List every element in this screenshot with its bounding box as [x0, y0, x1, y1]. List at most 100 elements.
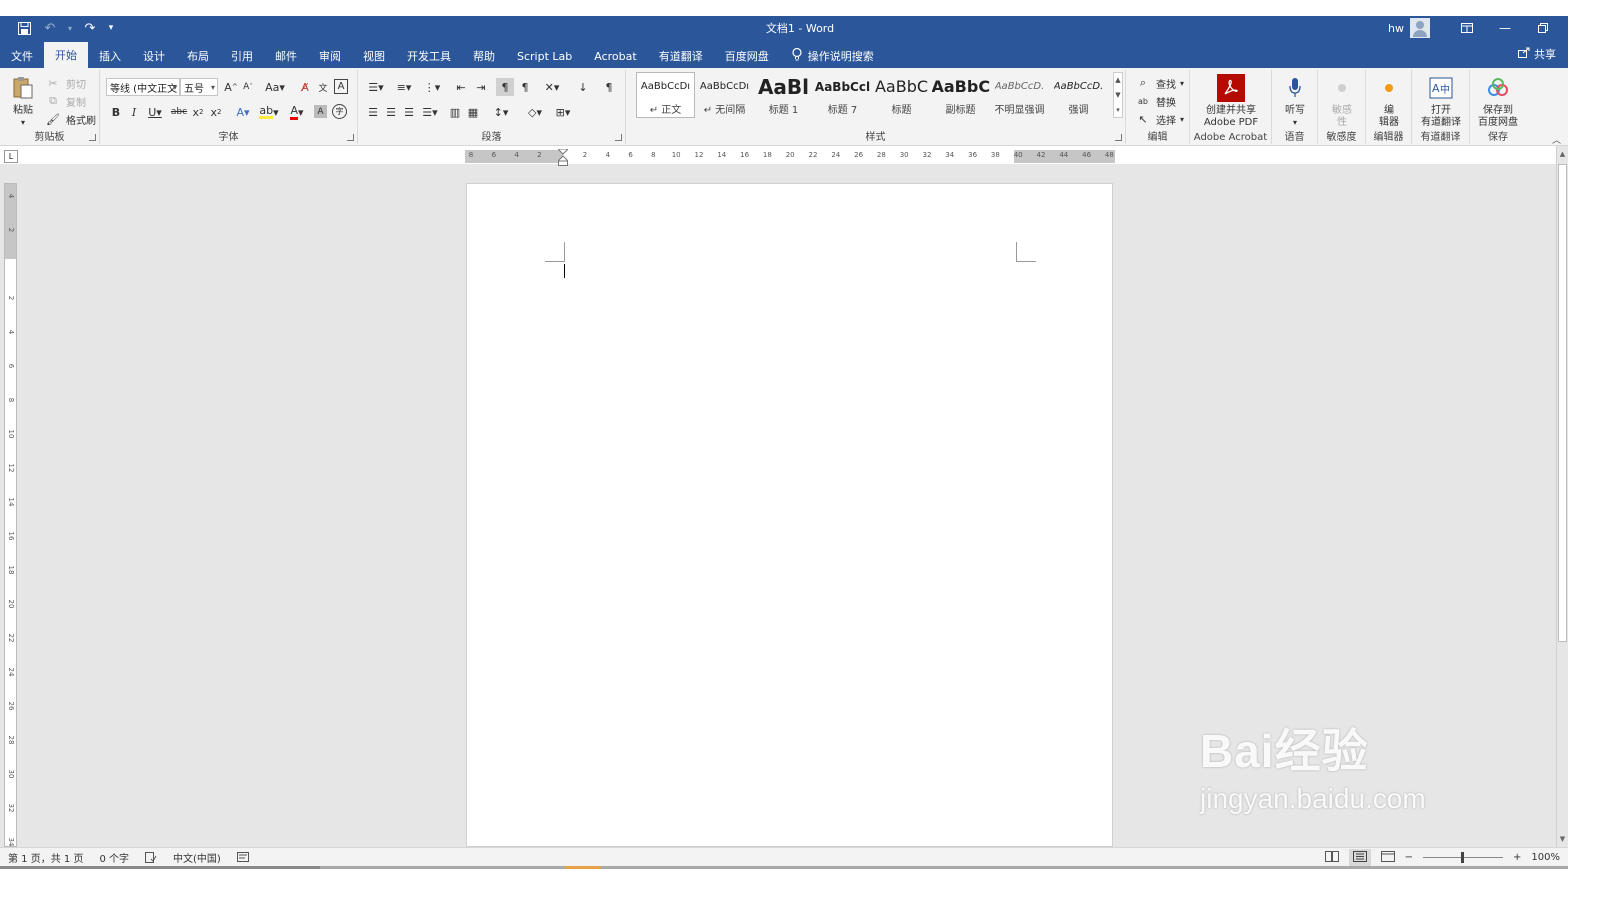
horizontal-ruler[interactable]: 8 6 4 2 2 4 6 8 10 12 14 16 18 20 22 24 26 28 30 32 34 36 38 40… — [465, 149, 1115, 166]
line-spacing-icon[interactable]: ↕▾ — [488, 103, 514, 121]
bullets-icon[interactable]: ☰▾ — [364, 78, 388, 96]
style-subtitle[interactable]: AaBbC 副标题 — [931, 72, 990, 118]
select-button[interactable]: ↖ 选择 ▾ — [1134, 110, 1184, 128]
zoom-in-icon[interactable]: + — [1513, 852, 1521, 863]
style-title[interactable]: AaBbC 标题 — [872, 72, 931, 118]
collapse-ribbon-icon[interactable]: ︿ — [1552, 133, 1561, 146]
undo-icon[interactable]: ↶ — [40, 18, 60, 38]
dictate-button[interactable]: 听写 ▾ — [1276, 74, 1314, 129]
find-button[interactable]: ⌕ 查找 ▾ — [1134, 74, 1184, 92]
proofing-icon[interactable] — [137, 851, 165, 863]
macro-record-icon[interactable] — [229, 852, 257, 862]
tab-layout[interactable]: 布局 — [176, 44, 220, 68]
borders-icon[interactable]: ⊞▾ — [550, 103, 576, 121]
vertical-ruler[interactable]: 4 2 2 4 6 8 10 12 14 16 18 20 22 24 26 28 30 32 34 — [4, 183, 17, 847]
scroll-down-icon[interactable]: ▼ — [1557, 833, 1568, 845]
save-to-baidu-button[interactable]: 保存到 百度网盘 — [1472, 74, 1524, 129]
tab-help[interactable]: 帮助 — [462, 44, 506, 68]
show-marks-icon[interactable]: ¶ — [600, 78, 618, 96]
redo-icon[interactable]: ↷ — [80, 18, 100, 38]
styles-launcher-icon[interactable] — [1115, 134, 1122, 141]
character-shading-icon[interactable]: A — [314, 105, 327, 118]
read-mode-icon[interactable] — [1324, 850, 1339, 865]
save-icon[interactable] — [14, 18, 34, 38]
indent-marker-icon[interactable] — [558, 149, 568, 166]
minimize-button[interactable]: — — [1486, 16, 1524, 40]
print-layout-icon[interactable] — [1348, 848, 1371, 867]
chevron-up-icon[interactable]: ▲ — [1115, 76, 1120, 84]
style-no-spacing[interactable]: AaBbCcDı ↵ 无间隔 — [695, 72, 754, 118]
columns-icon[interactable]: ▦ — [464, 103, 482, 121]
align-right-icon[interactable]: ☰ — [400, 103, 418, 121]
tab-baidu-netdisk[interactable]: 百度网盘 — [714, 44, 780, 68]
paste-button[interactable]: 粘贴 ▾ — [8, 74, 38, 129]
scroll-up-icon[interactable]: ▲ — [1557, 148, 1568, 160]
decrease-indent-icon[interactable]: ⇤ — [452, 78, 470, 96]
create-share-pdf-button[interactable]: 创建并共享 Adobe PDF — [1194, 74, 1268, 129]
font-color-icon[interactable]: A ▾ — [286, 103, 308, 121]
document-page[interactable] — [466, 183, 1113, 847]
justify-icon[interactable]: ☰▾ — [418, 103, 442, 121]
subscript-icon[interactable]: x2 — [190, 103, 206, 121]
text-effects-icon[interactable]: A▾ — [232, 103, 254, 121]
tab-developer[interactable]: 开发工具 — [396, 44, 462, 68]
ribbon-display-options-button[interactable] — [1448, 16, 1486, 40]
tab-selector[interactable]: L — [4, 150, 18, 163]
tab-references[interactable]: 引用 — [220, 44, 264, 68]
style-normal[interactable]: AaBbCcDı ↵ 正文 — [636, 72, 695, 118]
multilevel-list-icon[interactable]: ⋮▾ — [420, 78, 444, 96]
font-size-combo[interactable]: 五号 — [180, 78, 218, 96]
scrollbar-thumb[interactable] — [1558, 164, 1567, 642]
ltr-text-icon[interactable]: ¶ — [496, 78, 514, 96]
styles-gallery-scroll[interactable]: ▲ ▼ ▾ — [1113, 72, 1123, 118]
bold-icon[interactable]: B — [108, 103, 124, 121]
tab-home[interactable]: 开始 — [44, 42, 88, 68]
tab-mailings[interactable]: 邮件 — [264, 44, 308, 68]
font-name-combo[interactable]: 等线 (中文正文 — [106, 78, 180, 96]
tab-script-lab[interactable]: Script Lab — [506, 44, 583, 68]
tab-youdao[interactable]: 有道翻译 — [648, 44, 714, 68]
change-case-icon[interactable]: Aa▾ — [262, 78, 288, 96]
strikethrough-icon[interactable]: abc — [170, 103, 188, 121]
open-youdao-button[interactable]: A中 打开 有道翻译 — [1414, 74, 1468, 129]
shading-icon[interactable]: ◇▾ — [522, 103, 548, 121]
tab-insert[interactable]: 插入 — [88, 44, 132, 68]
increase-indent-icon[interactable]: ⇥ — [472, 78, 490, 96]
zoom-slider[interactable] — [1423, 852, 1504, 863]
chinese-layout-icon[interactable]: ✕▾ — [540, 78, 564, 96]
style-heading-1[interactable]: AaBl 标题 1 — [754, 72, 813, 118]
zoom-slider-thumb[interactable] — [1461, 852, 1465, 863]
italic-icon[interactable]: I — [126, 103, 142, 121]
sort-icon[interactable]: ↓ — [574, 78, 592, 96]
zoom-out-icon[interactable]: − — [1405, 852, 1413, 863]
style-heading-7[interactable]: AaBbCcl 标题 7 — [813, 72, 872, 118]
customize-qat-icon[interactable]: ▾ — [106, 18, 116, 38]
editor-button[interactable]: 编 辑器 — [1370, 74, 1408, 129]
font-launcher-icon[interactable] — [347, 134, 354, 141]
align-center-icon[interactable]: ☰ — [382, 103, 400, 121]
highlight-icon[interactable]: ab ▾ — [258, 103, 280, 121]
clipboard-launcher-icon[interactable] — [89, 134, 96, 141]
replace-button[interactable]: ab 替换 — [1134, 92, 1176, 110]
more-styles-icon[interactable]: ▾ — [1116, 106, 1120, 114]
tab-review[interactable]: 审阅 — [308, 44, 352, 68]
enclose-characters-icon[interactable]: 字 — [332, 104, 347, 119]
zoom-level[interactable]: 100% — [1531, 852, 1560, 863]
underline-icon[interactable]: U▾ — [144, 103, 166, 121]
shrink-font-icon[interactable]: Aˇ — [240, 78, 256, 96]
rtl-text-icon[interactable]: ¶ — [516, 78, 534, 96]
tab-design[interactable]: 设计 — [132, 44, 176, 68]
align-left-icon[interactable]: ☰ — [364, 103, 382, 121]
superscript-icon[interactable]: x2 — [208, 103, 224, 121]
sensitivity-button[interactable]: 敏感 性 — [1322, 74, 1362, 129]
select-dropdown-icon[interactable]: ▾ — [1180, 115, 1184, 124]
copy-button[interactable]: ⧉ 复制 — [44, 92, 86, 110]
undo-dropdown-icon[interactable]: ▾ — [66, 18, 74, 38]
chevron-down-icon[interactable]: ▼ — [1115, 91, 1120, 99]
find-dropdown-icon[interactable]: ▾ — [1180, 79, 1184, 88]
language-indicator[interactable]: 中文(中国) — [165, 850, 229, 865]
page-count[interactable]: 第 1 页，共 1 页 — [0, 850, 91, 865]
format-painter-button[interactable]: 🖌 格式刷 — [44, 110, 96, 128]
phonetic-guide-icon[interactable]: 文 — [315, 78, 331, 96]
word-count[interactable]: 0 个字 — [91, 850, 137, 865]
